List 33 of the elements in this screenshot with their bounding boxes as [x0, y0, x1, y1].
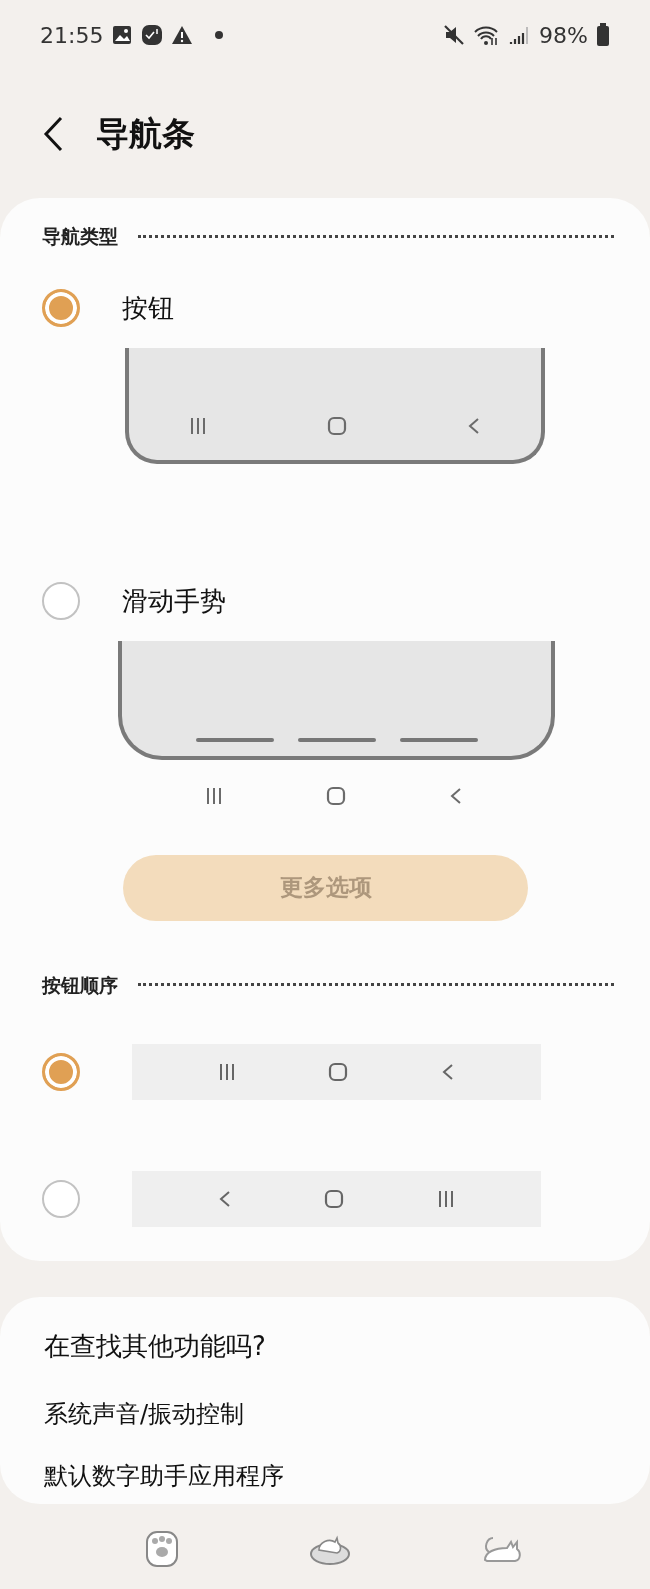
back-icon[interactable]	[42, 116, 64, 152]
warning-icon	[171, 25, 194, 45]
recents-icon	[218, 1063, 237, 1081]
check-icon	[141, 24, 164, 46]
back-icon	[440, 1063, 455, 1081]
suggestion-link[interactable]: 默认数字助手应用程序	[44, 1458, 610, 1494]
option-label: 按钮	[122, 291, 174, 325]
battery-icon	[596, 23, 610, 47]
clock-text: 21:55	[40, 21, 104, 50]
home-icon	[324, 1189, 345, 1209]
suggestions-title: 在查找其他功能吗?	[44, 1330, 267, 1363]
dot-icon	[215, 31, 224, 39]
radio-button[interactable]	[42, 582, 80, 620]
battery-text: 98%	[539, 21, 588, 50]
back-icon	[467, 416, 481, 435]
home-icon	[328, 1062, 349, 1082]
recents-icon	[436, 1190, 455, 1208]
back-icon	[448, 786, 463, 805]
suggestion-link[interactable]: 系统声音/振动控制	[44, 1396, 610, 1432]
home-icon	[326, 785, 346, 806]
radio-button[interactable]	[42, 289, 80, 327]
paw-icon[interactable]	[145, 1530, 179, 1568]
option-label: 滑动手势	[122, 584, 226, 618]
section-heading: 导航类型	[42, 224, 118, 249]
radio-button[interactable]	[42, 1180, 80, 1218]
mute-icon	[443, 24, 466, 46]
recents-icon	[189, 416, 207, 435]
home-icon	[327, 415, 347, 436]
radio-button[interactable]	[42, 1053, 80, 1091]
section-heading: 按钮顺序	[42, 972, 118, 998]
image-icon	[111, 24, 134, 46]
recents-icon	[205, 786, 224, 805]
page-title: 导航条	[96, 113, 195, 156]
